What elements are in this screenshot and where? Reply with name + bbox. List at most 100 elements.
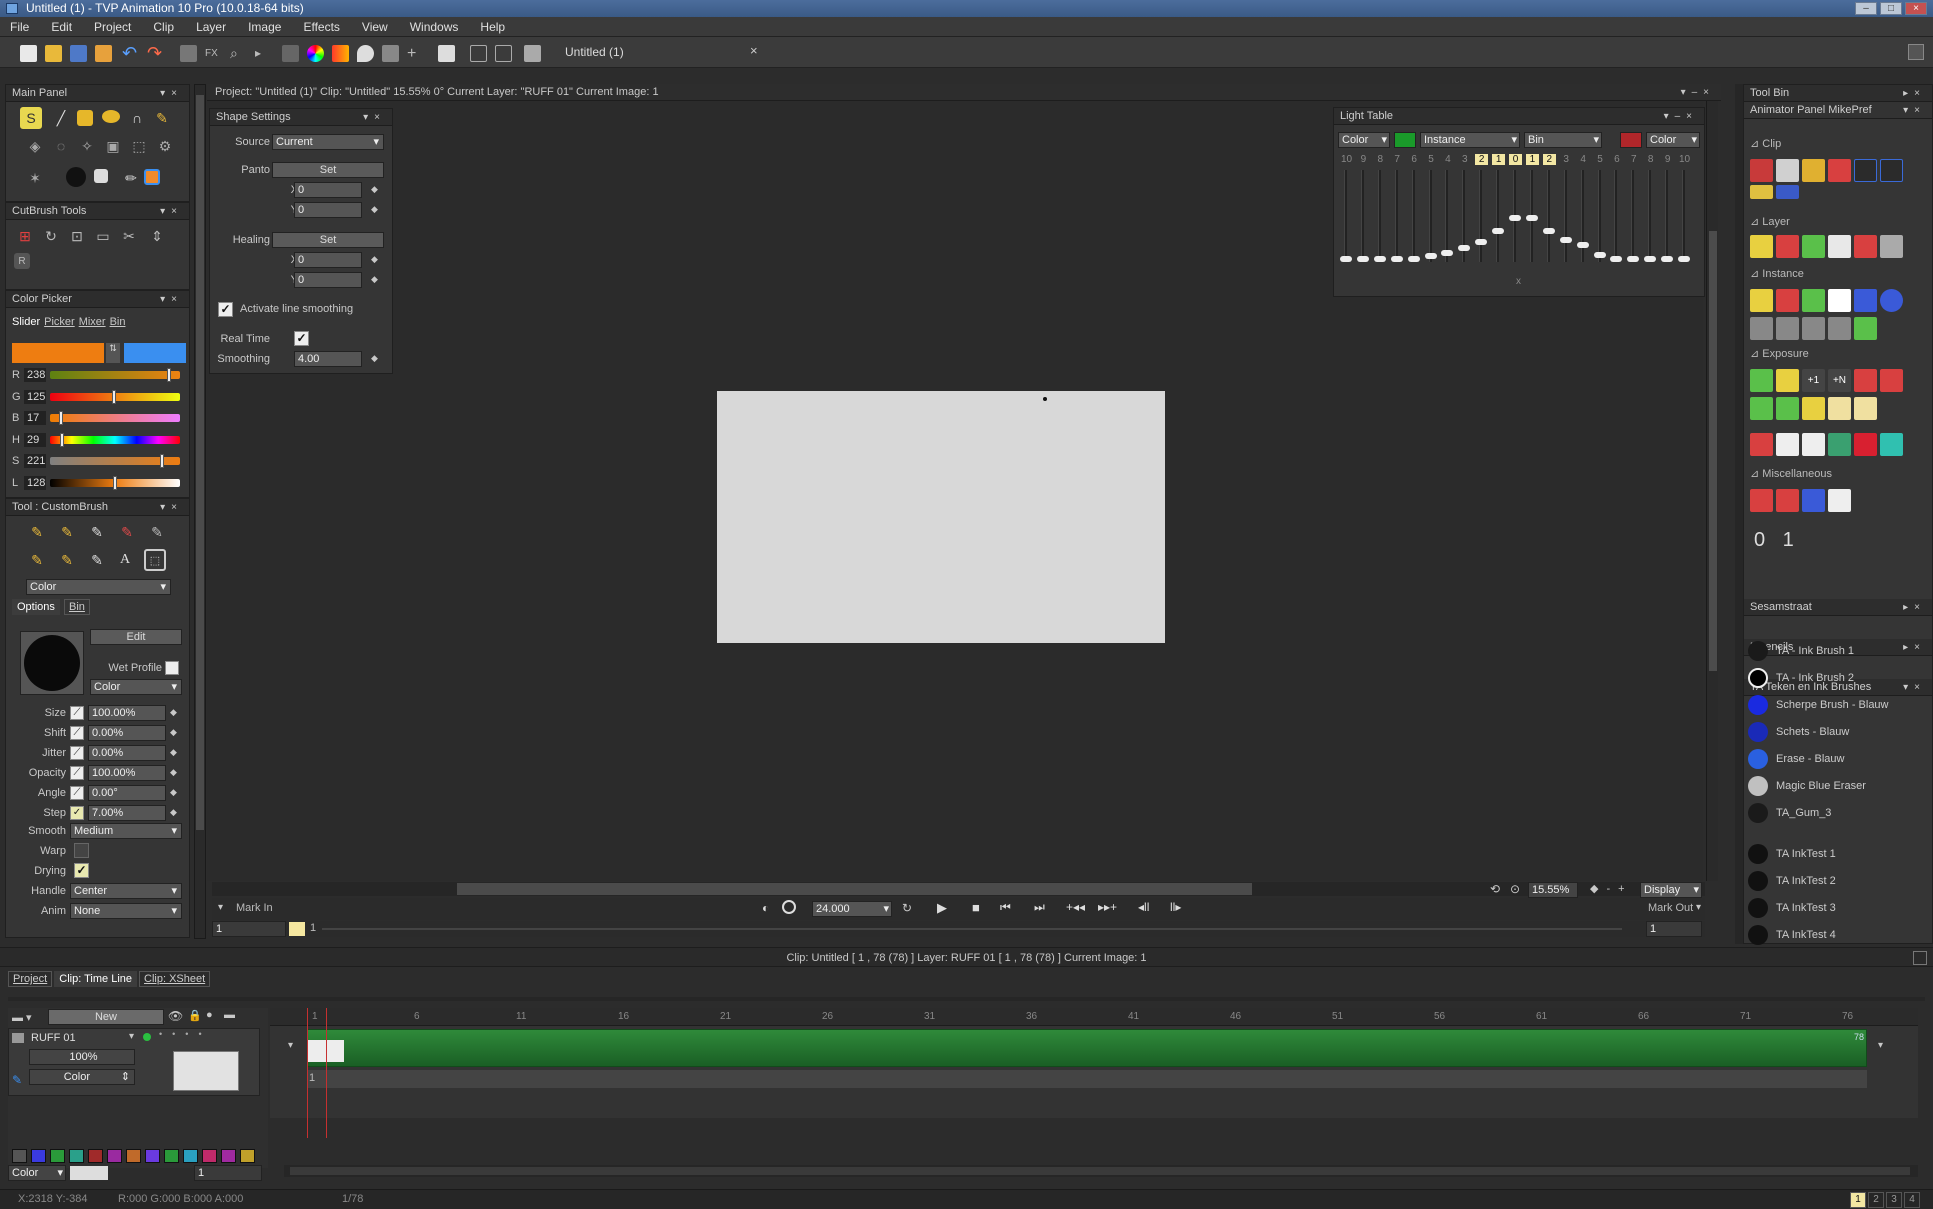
layer-color-tag-9[interactable] [164,1149,179,1163]
slider-g-thumb[interactable] [111,389,116,404]
instance-action-11-icon[interactable] [1854,317,1877,340]
layer-color-swatch[interactable] [70,1166,108,1180]
instance-action-6-icon[interactable] [1880,289,1903,312]
slider-r-thumb[interactable] [167,368,172,382]
lt-number-6[interactable]: 4 [1441,154,1454,165]
tab-picker[interactable]: Picker [44,316,75,328]
layer-color-tag-5[interactable] [88,1149,103,1163]
panel-controls-icon[interactable]: ▸× [1903,85,1926,102]
timeline-menu-icon[interactable] [1913,951,1927,965]
mark-out-icon[interactable]: ▾ [1696,902,1701,913]
brush-item-7[interactable]: TA_Gum_3 [1748,802,1831,824]
brush-preset-3-icon[interactable]: ✎ [86,521,108,543]
layer-frame-input[interactable]: 1 [194,1165,262,1181]
panel-menu-icon[interactable] [1908,44,1924,60]
play-icon[interactable]: ▶ [937,900,947,916]
document-tab-close-icon[interactable]: × [750,43,758,58]
lt-fader-knob-12[interactable] [1542,227,1555,234]
brush-preset-2-icon[interactable]: ✎ [56,521,78,543]
layer-color-tag-4[interactable] [69,1149,84,1163]
record-icon[interactable] [782,900,796,914]
timeline-track-area[interactable]: ▾ 78 ▾ 1 [270,1008,1918,1138]
cut-grid-icon[interactable]: ⊞ [14,225,36,247]
instance-action-7-icon[interactable] [1750,317,1773,340]
exposure-action-9-icon[interactable] [1802,397,1825,420]
lt-fader-knob-7[interactable] [1458,245,1471,252]
collapse-track-icon[interactable]: ▾ [288,1040,293,1051]
zoom-icon[interactable]: ⌕ [230,45,247,62]
panel-controls-icon[interactable]: ▾× [363,109,386,126]
lt-bin-select[interactable]: Bin ▾ [1524,132,1602,148]
fx-icon[interactable]: FX [205,45,222,62]
lt-number-2[interactable]: 8 [1374,154,1387,165]
lt-fader-11[interactable] [1525,170,1538,262]
lt-fader-knob-19[interactable] [1661,256,1674,263]
selection-tool-icon[interactable]: S [20,107,42,129]
layout-icon[interactable] [495,45,512,62]
layer-name[interactable]: RUFF 01 [31,1032,76,1044]
menu-edit[interactable]: Edit [47,20,76,34]
instance-action-2-icon[interactable] [1776,289,1799,312]
lt-fader-knob-8[interactable] [1475,238,1488,245]
lt-fader-18[interactable] [1644,170,1657,263]
brush-item-1[interactable]: TA - Ink Brush 1 [1748,640,1854,662]
panto-y-input[interactable]: 0 [294,202,362,218]
clip-action-7-icon[interactable] [1750,185,1773,199]
panto-x-stepper-icon[interactable]: ◆ [371,184,378,195]
smoothing-input[interactable]: 4.00 [294,351,362,367]
layer-color-select[interactable]: Color ▾ [8,1165,66,1181]
lt-number-0[interactable]: 10 [1340,154,1353,165]
size-curve-icon[interactable]: ⟋ [70,706,84,720]
text-tool-icon[interactable]: A [114,549,136,571]
lt-number-14[interactable]: 4 [1577,154,1590,165]
brush-tool-icon[interactable]: ✎ [151,107,173,129]
redo-icon[interactable]: ↷ [147,44,164,62]
minimize-button[interactable]: – [1855,2,1877,15]
paper-icon[interactable] [94,169,108,183]
tab-slider[interactable]: Slider [12,316,40,328]
tab-clip-xsheet[interactable]: Clip: XSheet [139,971,211,987]
exposure-action-5-icon[interactable] [1854,369,1877,392]
magic-wand-icon[interactable]: ✧ [76,135,98,157]
menu-view[interactable]: View [358,20,392,34]
wet-profile-select[interactable]: Color ▾ [90,679,182,695]
lt-fader-knob-3[interactable] [1390,256,1403,263]
custom-brush-icon[interactable]: ⬚ [144,549,166,571]
line-tool-icon[interactable]: ╱ [50,107,72,129]
lt-number-17[interactable]: 7 [1627,154,1640,165]
slider-h-thumb[interactable] [60,432,65,447]
brush-mode-select[interactable]: Color ▾ [26,579,171,595]
stop-icon[interactable]: ■ [972,900,980,915]
layer-color-tag-2[interactable] [31,1149,46,1163]
clip-action-2-icon[interactable] [1776,159,1799,182]
canvas-horizontal-scrollbar[interactable] [212,882,1705,896]
layer-color-tag-6[interactable] [107,1149,122,1163]
healing-set-button[interactable]: Set [272,232,384,248]
layer-action-6-icon[interactable] [1880,235,1903,258]
panel-controls-icon[interactable]: ▾× [1903,102,1926,119]
slider-r-value[interactable]: 238 [24,368,46,382]
tab-bin[interactable]: Bin [64,599,90,615]
shift-curve-icon[interactable]: ⟋ [70,726,84,740]
lock-icon[interactable]: 🔒 [188,1009,202,1022]
healing-y-stepper-icon[interactable]: ◆ [371,274,378,285]
color-wheel-icon[interactable] [307,45,324,62]
brush-item-9[interactable]: TA InkTest 2 [1748,870,1836,892]
realtime-checkbox[interactable]: ✓ [294,331,309,346]
exposure-action-12-icon[interactable] [1750,433,1773,456]
menu-project[interactable]: Project [90,20,135,34]
crop-icon[interactable] [180,45,197,62]
lt-fader-13[interactable] [1559,170,1572,262]
lt-fader-1[interactable] [1356,170,1369,263]
misc-action-4-icon[interactable] [1828,489,1851,512]
brush-preset-1-icon[interactable]: ✎ [26,521,48,543]
maximize-button[interactable]: □ [1880,2,1902,15]
healing-x-stepper-icon[interactable]: ◆ [371,254,378,265]
lasso-tool-icon[interactable]: ◌ [50,135,72,157]
menu-image[interactable]: Image [244,20,285,34]
layer-blend-select[interactable]: Color ⇕ [29,1069,135,1085]
arrow-icon[interactable]: ▸ [255,45,272,62]
workspace-page-2[interactable]: 2 [1868,1192,1884,1208]
layer-action-4-icon[interactable] [1828,235,1851,258]
lt-fader-knob-9[interactable] [1492,227,1505,234]
